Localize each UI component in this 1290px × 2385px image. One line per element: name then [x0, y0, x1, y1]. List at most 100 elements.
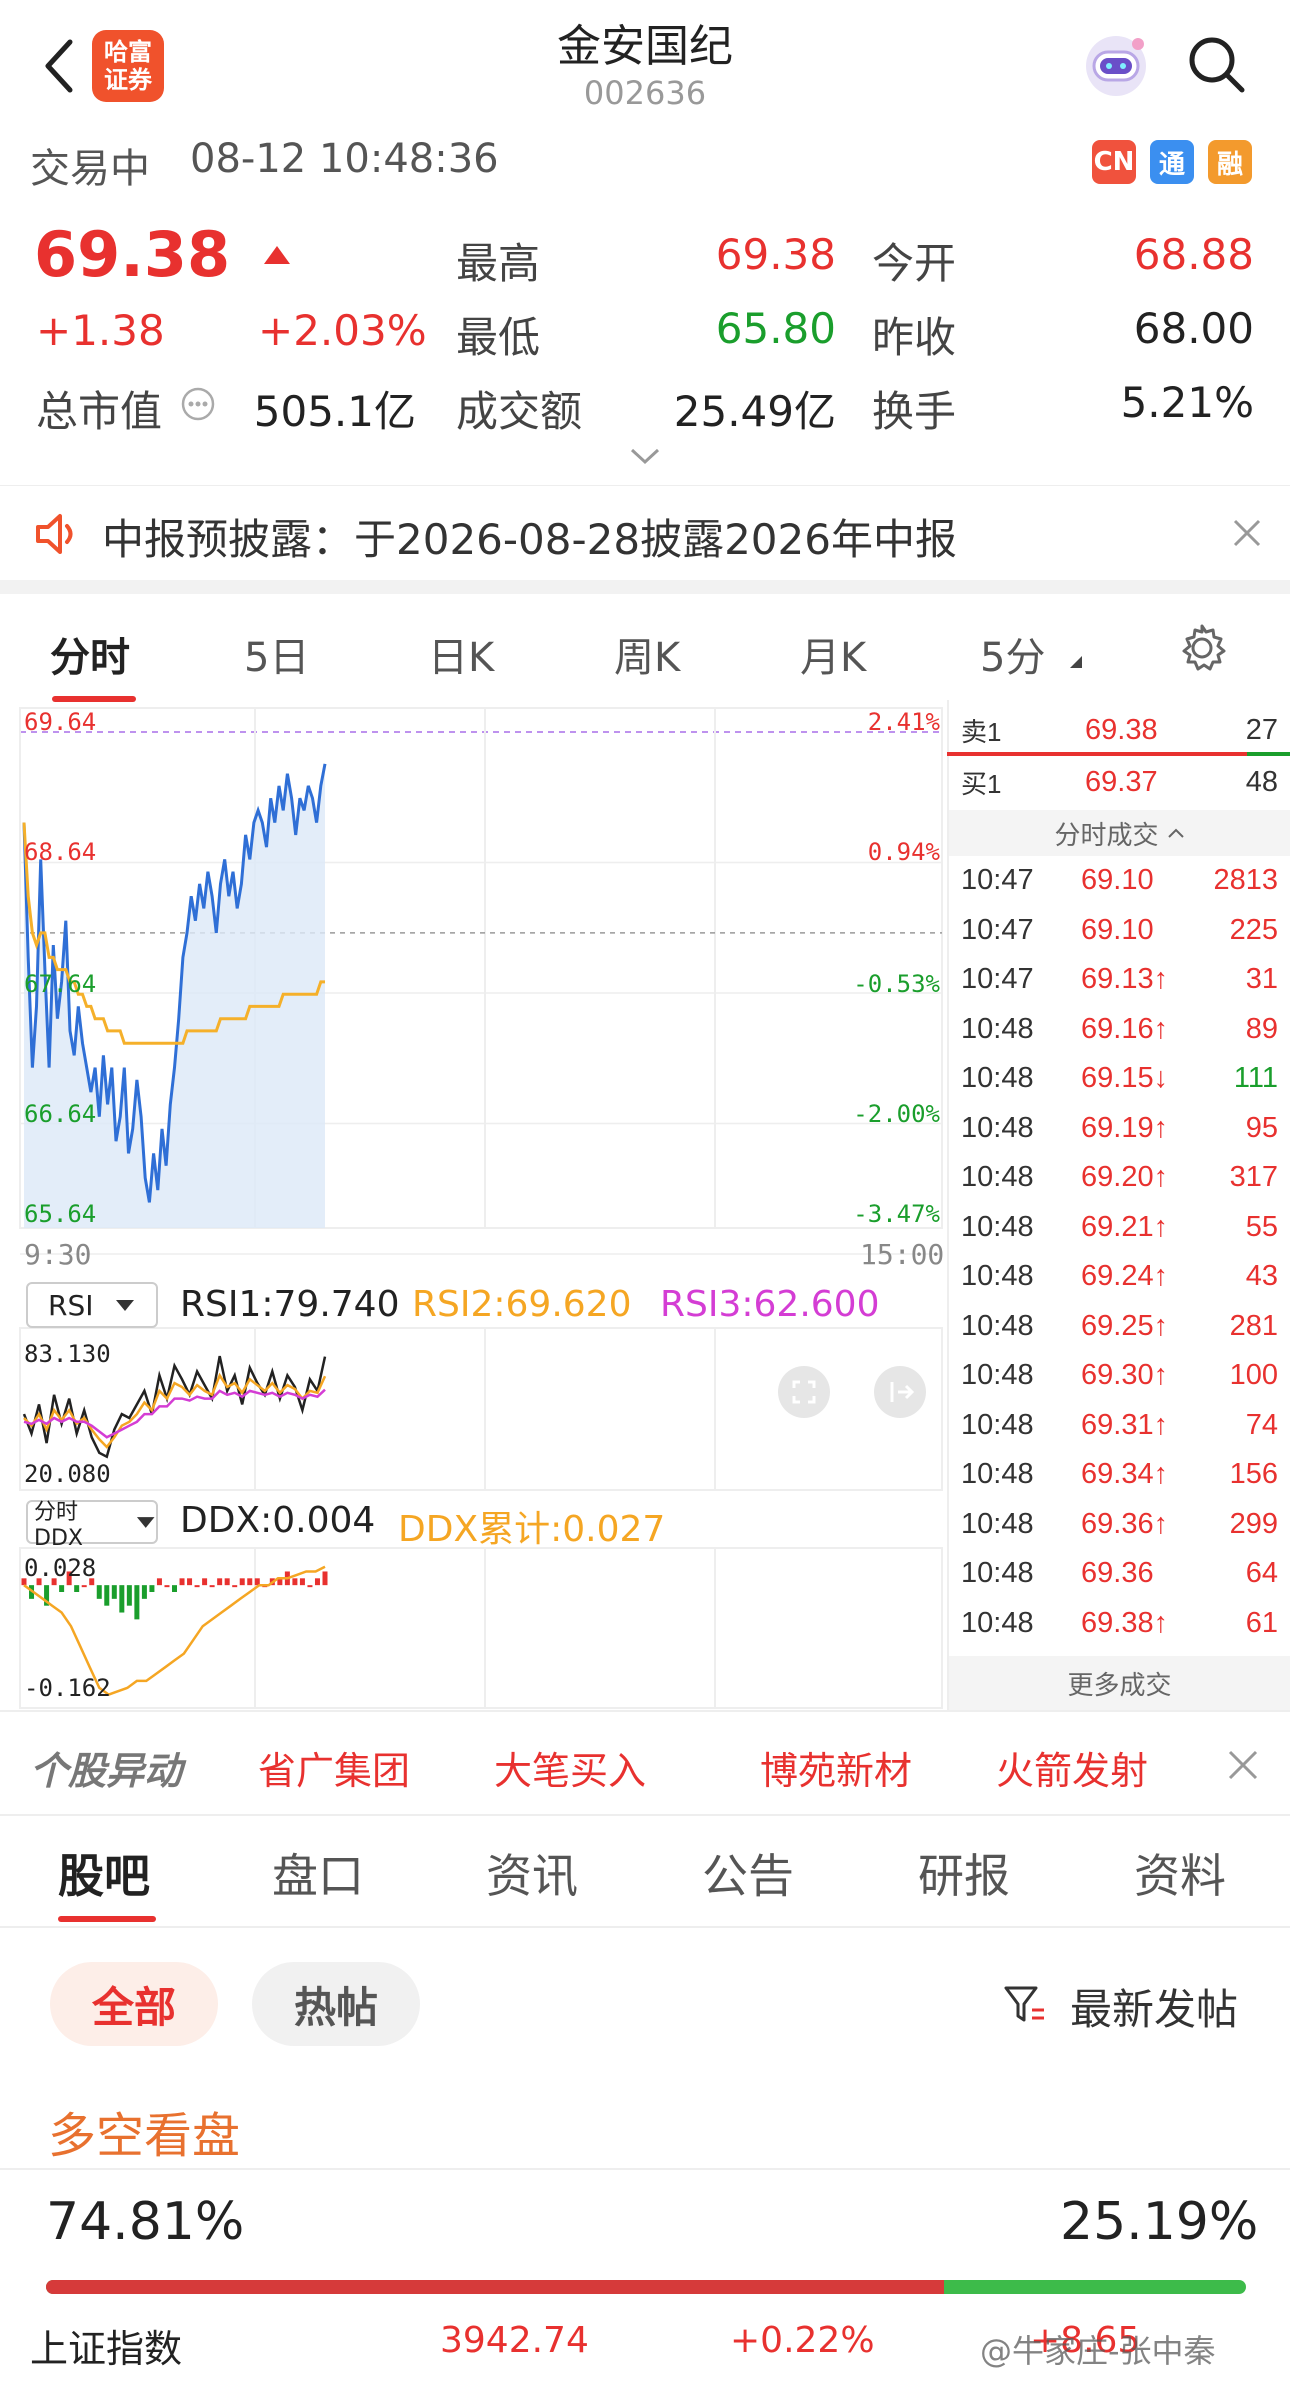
notice-bar[interactable]: 中报预披露：于2026-08-28披露2026年中报	[0, 485, 1290, 581]
tab-5day[interactable]: 5日	[244, 625, 309, 683]
filter-hot[interactable]: 热帖	[252, 1962, 420, 2046]
tick-row: 10:48 69.34↑ 156	[947, 1450, 1290, 1499]
badge-margin[interactable]: 融	[1208, 140, 1252, 184]
fullscreen-icon[interactable]	[776, 1364, 832, 1420]
tick-time: 10:48	[961, 1359, 1034, 1391]
tick-time: 10:48	[961, 1210, 1034, 1243]
rsi1-label: RSI1:79.740	[180, 1284, 400, 1325]
rsi-line-3	[23, 1388, 326, 1439]
bid-label: 买1	[961, 769, 1002, 799]
prev-close-label: 昨收	[872, 313, 957, 362]
sentiment-title: 多空看盘	[48, 2108, 241, 2164]
more-ticks-button[interactable]: 更多成交	[949, 1656, 1290, 1710]
ddx-bar	[202, 1578, 208, 1586]
expand-chevron-icon[interactable]	[628, 446, 662, 466]
ddx-cum-label: DDX累计:0.027	[398, 1509, 666, 1550]
ask-row[interactable]: 卖1 69.38 27	[947, 706, 1290, 755]
tick-volume: 61	[1245, 1606, 1278, 1639]
dropdown-icon	[115, 1300, 134, 1311]
ask-bar	[947, 752, 1247, 756]
notice-text: 中报预披露：于2026-08-28披露2026年中报	[102, 515, 957, 564]
tick-time: 10:48	[961, 1507, 1034, 1540]
tick-time: 10:48	[961, 1606, 1034, 1639]
gear-icon[interactable]	[1176, 622, 1228, 674]
ddx-bar	[322, 1571, 328, 1586]
order-book: 卖1 69.38 27 买1 69.37 48 分时成交 10:47 69.10 2…	[947, 700, 1290, 1710]
tab-order[interactable]: 盘口	[272, 1840, 364, 1906]
sort-newest[interactable]: 最新发帖	[1070, 1976, 1238, 2037]
filter-icon[interactable]	[1002, 1982, 1048, 2028]
hot-item[interactable]: 火箭发射	[996, 1740, 1148, 1795]
ticks-header[interactable]: 分时成交	[949, 810, 1290, 856]
bid-bar	[1247, 752, 1290, 756]
tab-research[interactable]: 研报	[918, 1840, 1010, 1906]
ddx-selector[interactable]: 分时DDX	[26, 1500, 158, 1551]
close-icon[interactable]	[1230, 516, 1264, 550]
chart-panel[interactable]: 69.64 68.64 67.64 66.64 65.64 2.41% 0.94…	[0, 700, 945, 1710]
tick-price: 69.16↑	[1081, 1012, 1169, 1045]
ddx-bar	[111, 1585, 117, 1599]
ddx-bar	[179, 1578, 185, 1586]
tab-monthly-k[interactable]: 月K	[800, 625, 866, 683]
tab-daily-k[interactable]: 日K	[428, 625, 494, 683]
tab-intraday[interactable]: 分时	[50, 625, 130, 683]
robot-avatar-icon[interactable]	[1078, 26, 1154, 102]
rsi-y-bottom: 20.080	[24, 1460, 111, 1488]
ask-volume: 27	[1245, 714, 1278, 746]
ddx-y-top: 0.028	[24, 1554, 97, 1582]
hot-item[interactable]: 博苑新材	[760, 1740, 912, 1795]
high-value: 69.38	[715, 230, 836, 279]
badge-cn[interactable]: CN	[1092, 140, 1136, 184]
rsi-selector[interactable]: RSI	[26, 1282, 158, 1328]
chart-border	[19, 707, 943, 1229]
dropdown-triangle-icon	[1070, 656, 1082, 668]
ddx-selector-label: 分时DDX	[34, 1499, 83, 1551]
tick-time: 10:48	[961, 1012, 1034, 1045]
tick-row: 10:48 69.36↑ 299	[947, 1500, 1290, 1549]
ddx-bar	[239, 1578, 245, 1586]
prev-close-value: 68.00	[1133, 304, 1254, 353]
tick-price: 69.19↑	[1081, 1111, 1169, 1144]
y-tick-left: 66.64	[24, 1100, 97, 1128]
tick-time: 10:48	[961, 1408, 1034, 1441]
y-tick-left: 69.64	[24, 708, 97, 736]
tick-volume: 2813	[1213, 864, 1278, 896]
market-cap-label: 总市值	[36, 387, 163, 436]
tick-volume: 55	[1245, 1210, 1278, 1243]
ddx-bar	[156, 1578, 162, 1586]
index-name: 上证指数	[30, 2327, 183, 2371]
speaker-icon	[36, 514, 73, 554]
tab-forum[interactable]: 股吧	[58, 1840, 150, 1906]
tab-profile[interactable]: 资料	[1134, 1840, 1226, 1906]
tab-news[interactable]: 资讯	[486, 1840, 578, 1906]
tab-announcements[interactable]: 公告	[702, 1840, 794, 1906]
tick-row: 10:47 69.10 225	[947, 906, 1290, 955]
ddx-bar	[104, 1585, 110, 1606]
tick-price: 69.15↓	[1081, 1062, 1169, 1094]
badge-connect[interactable]: 通	[1150, 140, 1194, 184]
ddx-bar	[74, 1585, 80, 1592]
intraday-chart[interactable]	[0, 700, 945, 1710]
tick-volume: 43	[1245, 1260, 1278, 1292]
ask-label: 卖1	[961, 717, 1002, 747]
ddx-bar	[96, 1585, 102, 1599]
high-label: 最高	[456, 239, 541, 288]
more-dots-icon[interactable]	[180, 386, 216, 422]
bid-row[interactable]: 买1 69.37 48	[947, 758, 1290, 807]
last-price: 69.38	[34, 218, 231, 291]
y-tick-right: -0.53%	[853, 970, 940, 998]
search-icon[interactable]	[1186, 34, 1248, 96]
index-value: 3942.74	[440, 2320, 589, 2361]
tab-weekly-k[interactable]: 周K	[614, 625, 680, 683]
exit-icon[interactable]	[872, 1364, 928, 1420]
tick-price: 69.34↑	[1081, 1458, 1169, 1490]
tick-volume: 299	[1229, 1507, 1278, 1540]
tick-row: 10:48 69.36 64	[947, 1549, 1290, 1598]
bull-pct: 74.81%	[46, 2192, 245, 2252]
filter-all[interactable]: 全部	[50, 1962, 218, 2046]
tab-5min[interactable]: 5分	[980, 625, 1045, 683]
hot-item[interactable]: 大笔买入	[494, 1740, 646, 1795]
hot-item[interactable]: 省广集团	[258, 1740, 410, 1795]
close-icon[interactable]	[1226, 1748, 1260, 1782]
ddx-bar	[247, 1578, 253, 1586]
